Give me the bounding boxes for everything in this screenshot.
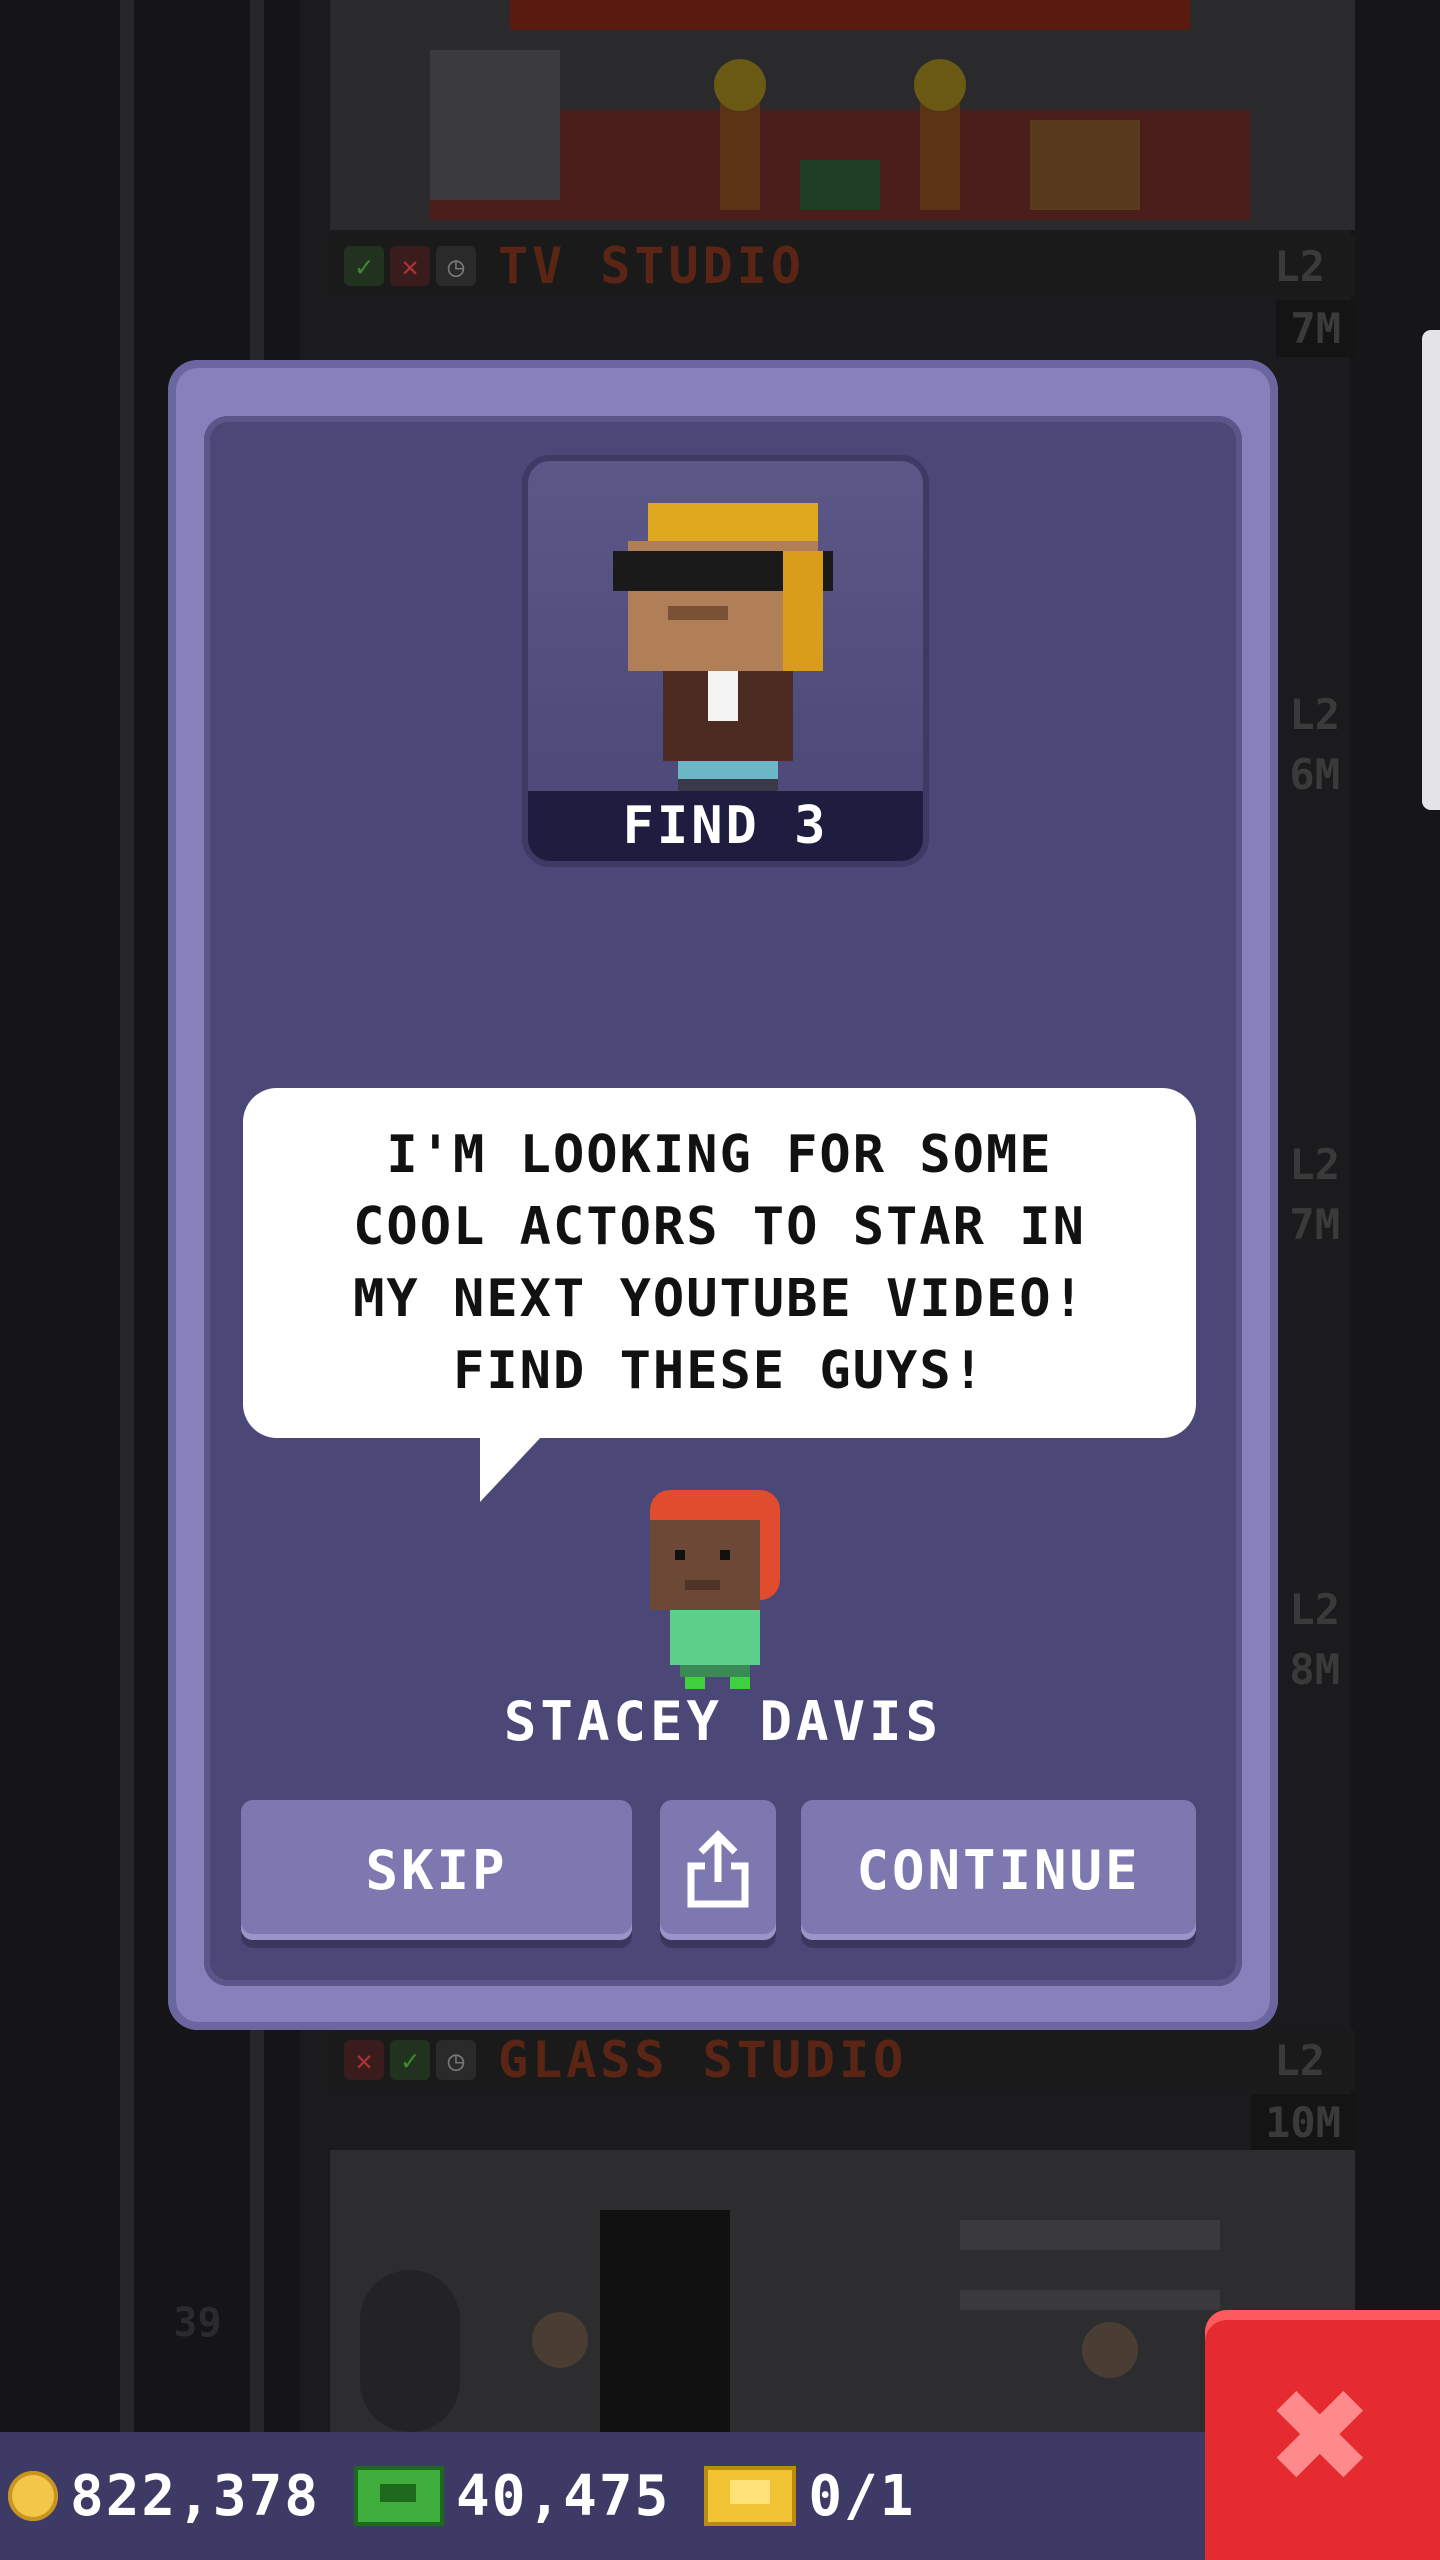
floor-label-glass-studio: ✕ ✓ ◷ GLASS STUDIO L2 bbox=[330, 2030, 1355, 2090]
clock-icon: ◷ bbox=[436, 2040, 476, 2080]
floor-room-tv-studio[interactable] bbox=[330, 0, 1355, 230]
glass-studio-scene bbox=[330, 2150, 1355, 2432]
speaker-name: STACEY DAVIS bbox=[503, 1690, 943, 1753]
floor-name: GLASS STUDIO bbox=[498, 2031, 908, 2089]
side-income: 6M bbox=[1289, 750, 1340, 799]
ticket-icon bbox=[704, 2466, 797, 2526]
resource-bar: 822,378 40,475 0/1 bbox=[0, 2432, 1220, 2560]
speech-text: I'M LOOKING FOR SOME COOL ACTORS TO STAR… bbox=[353, 1125, 1086, 1401]
floor-room-glass-studio[interactable] bbox=[330, 2150, 1355, 2432]
speech-bubble-tail bbox=[480, 1436, 542, 1502]
side-income: 8M bbox=[1289, 1645, 1340, 1694]
x-icon: ✕ bbox=[344, 2040, 384, 2080]
floor-status: ✓ ✕ ◷ bbox=[344, 246, 476, 286]
bux-icon bbox=[354, 2466, 445, 2526]
share-icon bbox=[687, 1830, 749, 1908]
side-scroll-tab[interactable] bbox=[1422, 330, 1440, 810]
x-icon: ✕ bbox=[390, 246, 430, 286]
close-icon: ✖ bbox=[1271, 2336, 1374, 2534]
clock-icon: ◷ bbox=[436, 246, 476, 286]
tv-studio-scene bbox=[430, 0, 1250, 220]
side-level: L2 bbox=[1289, 690, 1340, 739]
floor-name: TV STUDIO bbox=[498, 237, 805, 295]
close-button[interactable]: ✖ bbox=[1205, 2310, 1440, 2560]
floor-label-tv-studio: ✓ ✕ ◷ TV STUDIO L2 bbox=[330, 236, 1355, 296]
side-level: L2 bbox=[1289, 1140, 1340, 1189]
floor-number: 39 bbox=[173, 2300, 222, 2346]
floor-level: L2 bbox=[1274, 241, 1325, 291]
find-count-label: FIND 3 bbox=[528, 791, 923, 861]
check-icon: ✓ bbox=[390, 2040, 430, 2080]
floor-income: 7M bbox=[1276, 300, 1355, 357]
floor-level: L2 bbox=[1274, 2035, 1325, 2085]
target-character-sprite bbox=[613, 503, 833, 791]
target-portrait-card: FIND 3 bbox=[522, 455, 929, 867]
speech-bubble: I'M LOOKING FOR SOME COOL ACTORS TO STAR… bbox=[243, 1088, 1196, 1438]
continue-button[interactable]: CONTINUE bbox=[801, 1800, 1196, 1940]
tickets-value: 0/1 bbox=[808, 2463, 916, 2529]
side-income: 7M bbox=[1289, 1200, 1340, 1249]
coins-value: 822,378 bbox=[70, 2463, 321, 2529]
check-icon: ✓ bbox=[344, 246, 384, 286]
skip-button[interactable]: SKIP bbox=[241, 1800, 632, 1940]
floor-status: ✕ ✓ ◷ bbox=[344, 2040, 476, 2080]
side-level: L2 bbox=[1289, 1585, 1340, 1634]
speaker-character-sprite bbox=[650, 1490, 780, 1689]
floor-income: 10M bbox=[1251, 2094, 1355, 2151]
coin-icon bbox=[8, 2471, 58, 2521]
share-button[interactable] bbox=[660, 1800, 776, 1940]
bux-value: 40,475 bbox=[456, 2463, 671, 2529]
elevator-rail bbox=[120, 0, 134, 2560]
